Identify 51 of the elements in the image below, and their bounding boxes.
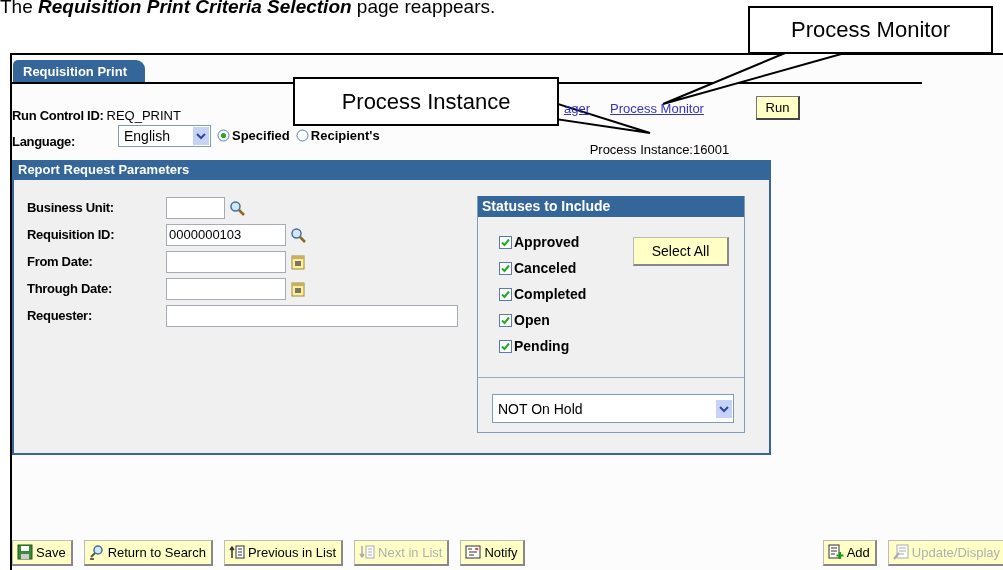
checkbox[interactable] xyxy=(499,261,512,275)
section-header: Statuses to Include xyxy=(478,196,744,217)
add-document-icon[interactable] xyxy=(827,544,844,560)
callout: Process Monitor xyxy=(748,6,993,54)
field-label: Language: xyxy=(12,133,77,149)
field-label: Requester: xyxy=(27,308,93,323)
tab[interactable]: Requisition Print xyxy=(13,60,145,82)
toolbar-button[interactable]: Return to Search xyxy=(83,539,213,566)
magnifier-icon[interactable] xyxy=(88,544,105,560)
process-instance-text: Process Instance:16001 xyxy=(589,142,730,157)
link[interactable]: Process Monitor xyxy=(610,100,704,116)
toolbar-button[interactable]: Previous in List xyxy=(223,539,344,566)
checkbox[interactable] xyxy=(499,287,512,301)
input-field[interactable]: 0000000103 xyxy=(166,223,286,246)
checkbox-option[interactable]: Canceled xyxy=(499,255,633,281)
input-field[interactable] xyxy=(166,277,286,300)
run-button[interactable]: Run xyxy=(755,96,800,120)
search-icon[interactable] xyxy=(229,199,245,216)
field-label: Run Control ID: xyxy=(12,107,104,123)
radio-option[interactable]: Specified xyxy=(217,128,290,143)
checkbox[interactable] xyxy=(499,313,512,327)
field-label: From Date: xyxy=(27,254,94,269)
input-field[interactable] xyxy=(166,196,225,219)
field-label: Through Date: xyxy=(27,281,113,296)
input-field[interactable] xyxy=(166,250,286,273)
section-header: Report Request Parameters xyxy=(14,160,769,180)
radio-option[interactable]: Recipient's xyxy=(295,128,380,143)
calendar-icon[interactable] xyxy=(290,280,306,297)
select-all-button[interactable]: Select All xyxy=(633,237,729,266)
search-icon[interactable] xyxy=(290,226,306,243)
caption-text: The Requisition Print Criteria Selection page reappears. xyxy=(0,0,496,17)
language-dropdown[interactable]: English xyxy=(118,125,211,147)
message-icon[interactable] xyxy=(465,544,482,560)
up-arrow-list-icon[interactable] xyxy=(228,544,245,560)
field-label: Business Unit: xyxy=(27,200,115,215)
calendar-icon[interactable] xyxy=(290,253,306,270)
checkbox[interactable] xyxy=(499,339,512,353)
toolbar-button[interactable]: Notify xyxy=(460,539,525,566)
checkbox-option[interactable]: Pending xyxy=(499,333,633,359)
radio-button[interactable] xyxy=(295,129,309,142)
checkbox[interactable] xyxy=(499,235,512,249)
radio-button[interactable] xyxy=(217,129,230,142)
field-label: Requisition ID: xyxy=(27,227,116,242)
checkbox-option[interactable]: Approved xyxy=(499,229,633,255)
toolbar-button[interactable]: Save xyxy=(12,539,73,566)
toolbar-button[interactable]: Add xyxy=(822,539,877,566)
input-field[interactable] xyxy=(166,304,458,327)
checkbox-option[interactable]: Open xyxy=(499,307,633,333)
checkbox-option[interactable]: Completed xyxy=(499,281,633,307)
field-value: REQ_PRINT xyxy=(106,107,181,123)
hold-dropdown[interactable]: NOT On Hold xyxy=(492,394,734,423)
